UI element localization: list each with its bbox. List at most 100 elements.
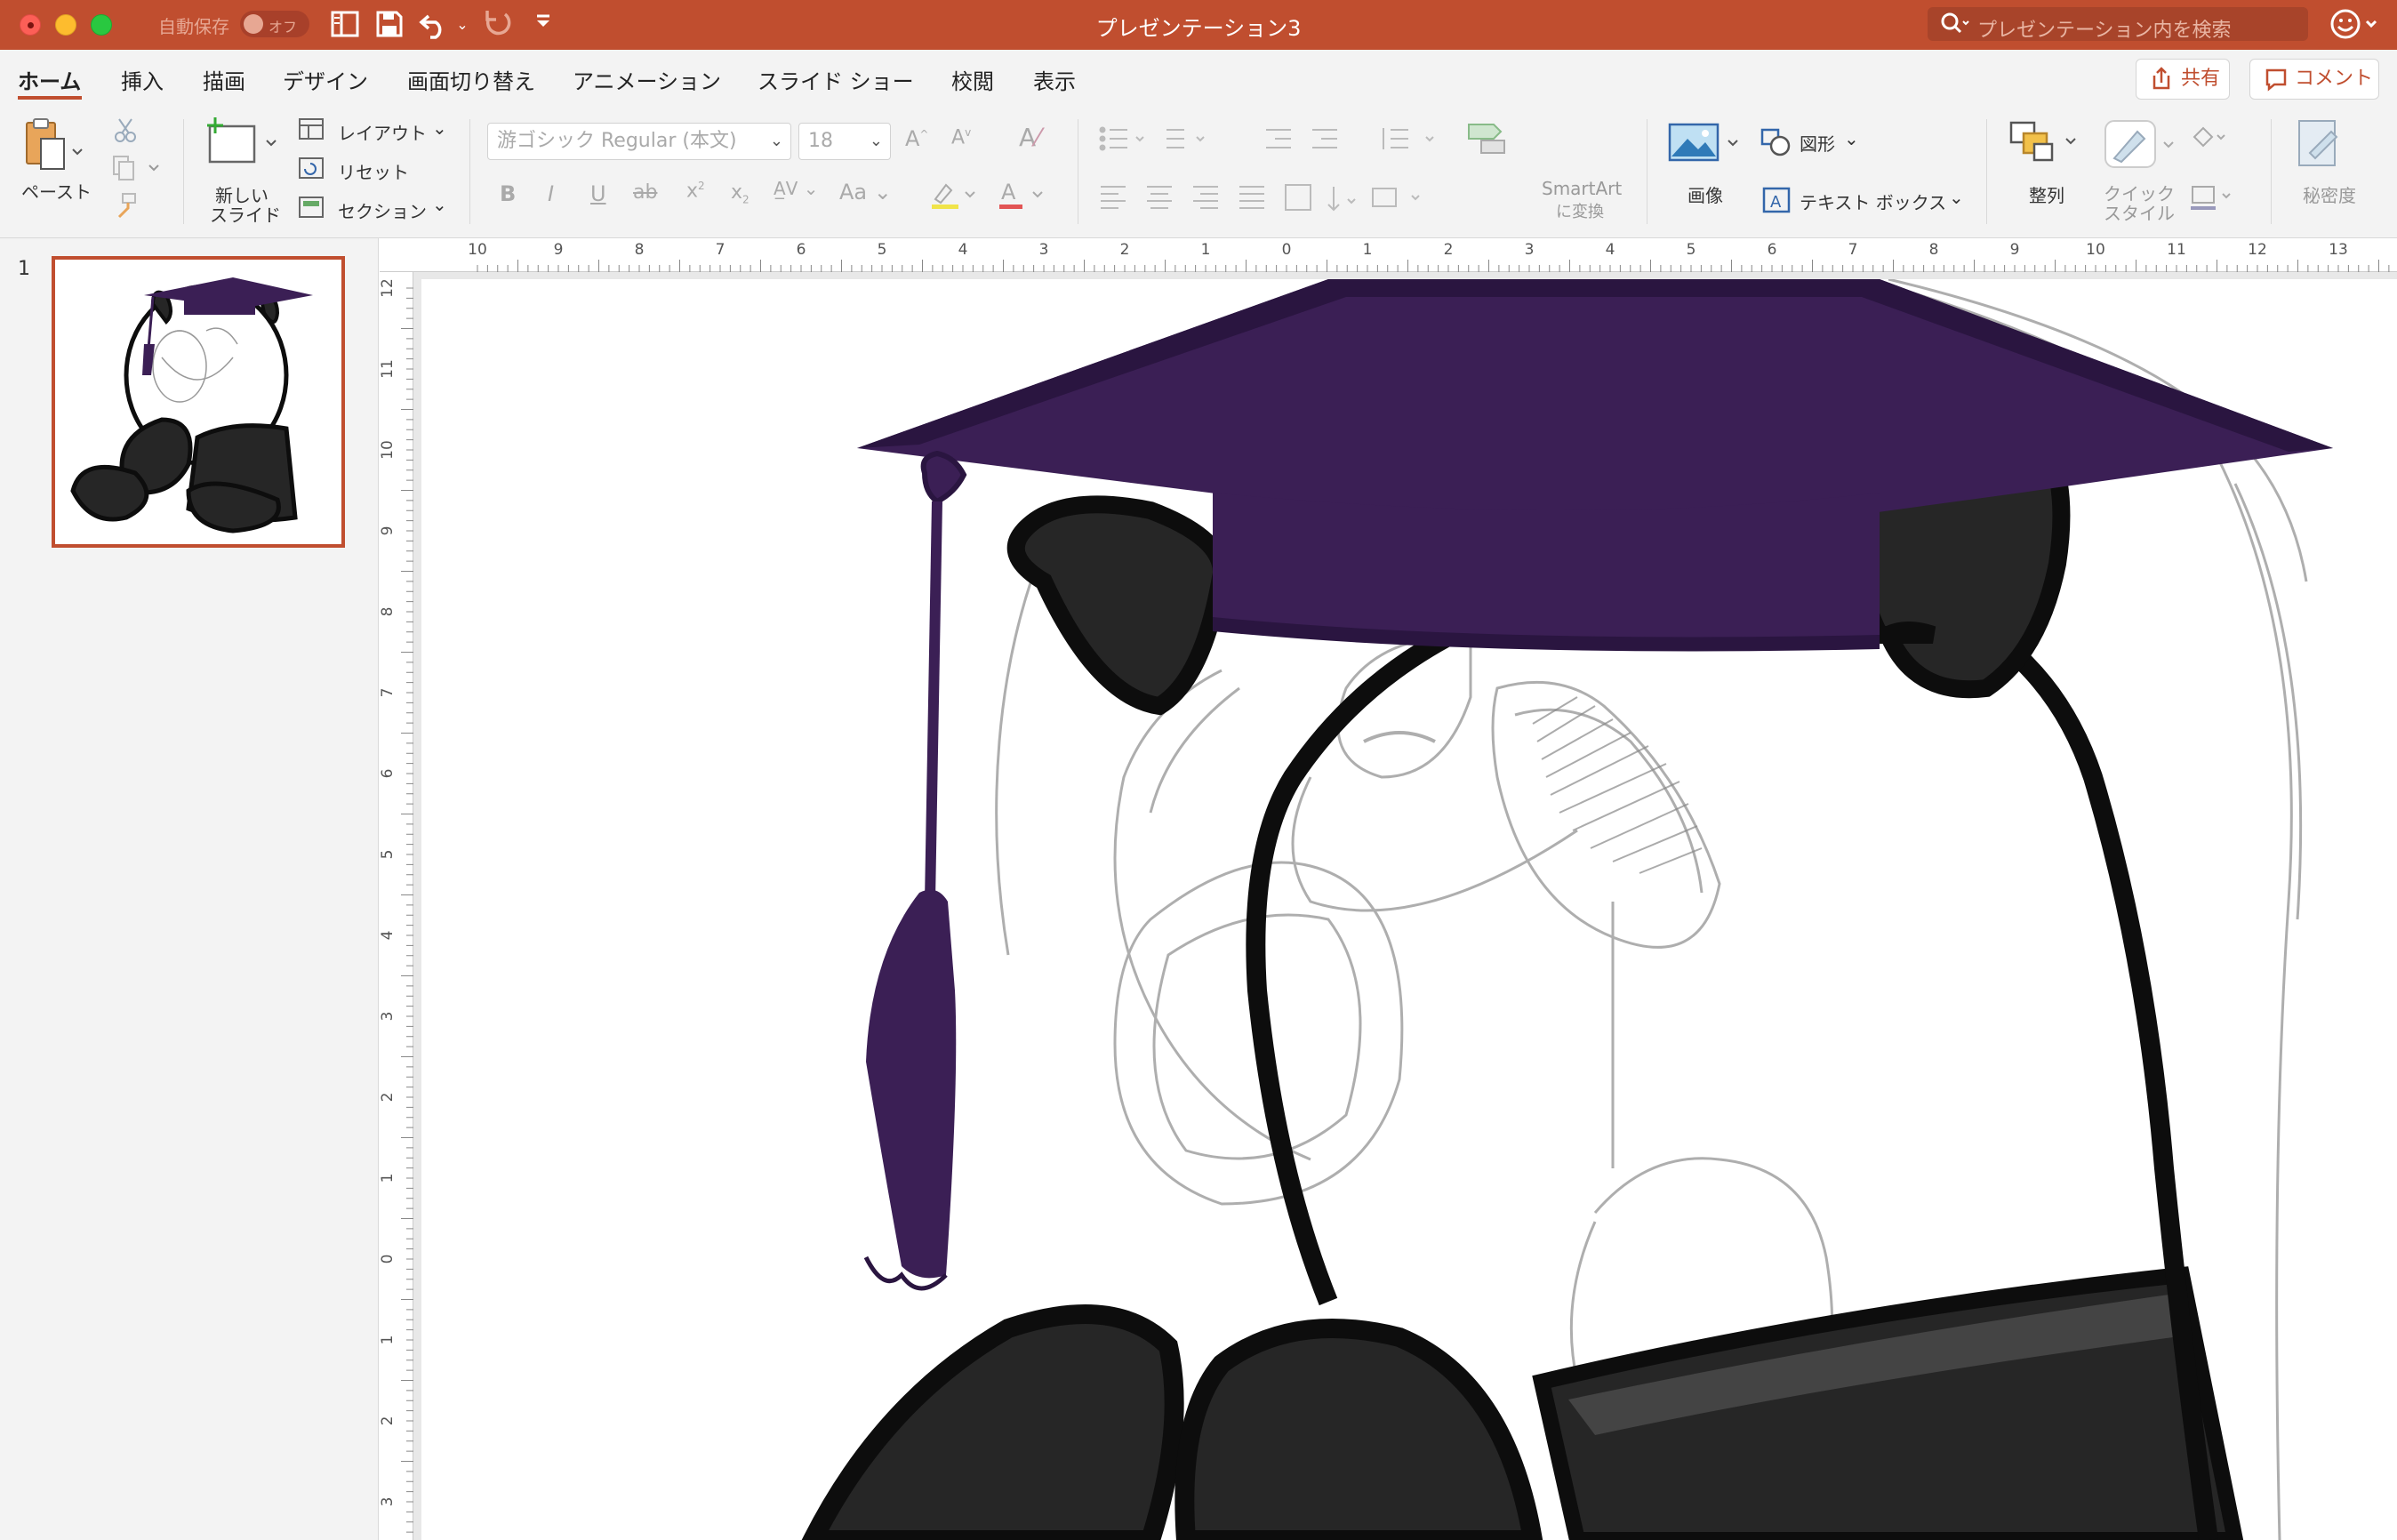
- ruler-label: 9: [554, 241, 564, 259]
- arrange-label: 整列: [2029, 185, 2064, 206]
- ribbon-separator: [1986, 119, 1987, 224]
- font-color-icon[interactable]: A: [996, 180, 1049, 216]
- subscript-icon[interactable]: x2: [731, 181, 750, 205]
- arrange-icon[interactable]: [2008, 119, 2088, 175]
- section-icon[interactable]: [297, 196, 325, 225]
- textbox-icon[interactable]: A: [1759, 185, 1794, 221]
- font-size-combo[interactable]: 18 ⌄: [798, 123, 891, 160]
- grow-font-icon[interactable]: A^: [905, 126, 928, 151]
- tab-insert[interactable]: 挿入: [121, 64, 164, 95]
- new-slide-label-line2: スライド: [210, 205, 281, 226]
- reset-label[interactable]: リセット: [338, 158, 409, 184]
- slide-number: 1: [18, 258, 30, 280]
- quick-styles-icon[interactable]: [2102, 117, 2182, 177]
- shapes-dropdown-icon[interactable]: ⌄: [1844, 128, 1859, 149]
- ruler-label: 1: [380, 1335, 397, 1345]
- tab-transitions[interactable]: 画面切り替え: [407, 64, 535, 95]
- shape-outline-icon[interactable]: [2187, 181, 2241, 218]
- picture-label: 画像: [1688, 185, 1723, 206]
- ruler-label: 4: [958, 241, 968, 259]
- change-case-icon[interactable]: Aa ⌄: [839, 180, 892, 205]
- ruler-label: 6: [797, 241, 806, 259]
- feedback-smiley-icon[interactable]: [2329, 7, 2383, 49]
- share-button[interactable]: 共有: [2136, 59, 2230, 100]
- ribbon-separator: [469, 119, 470, 224]
- search-box[interactable]: プレゼンテーション内を検索: [1928, 7, 2308, 42]
- new-slide-icon[interactable]: [203, 116, 283, 172]
- clear-formatting-icon[interactable]: A⁄: [1019, 123, 1040, 152]
- ruler-label: 9: [2010, 241, 2020, 259]
- textbox-label[interactable]: テキスト ボックス: [1800, 188, 1946, 214]
- picture-icon[interactable]: [1666, 121, 1746, 172]
- paste-icon[interactable]: [21, 116, 84, 178]
- ruler-label: 8: [1929, 241, 1939, 259]
- ruler-label: 13: [2329, 241, 2348, 259]
- ruler-label: 1: [1363, 241, 1373, 259]
- ruler-label: 6: [1768, 241, 1777, 259]
- quick-styles-label-line2: スタイル: [2104, 203, 2175, 224]
- layout-label[interactable]: レイアウト: [338, 119, 427, 145]
- active-tab-indicator: [18, 96, 82, 100]
- underline-icon[interactable]: U: [590, 181, 606, 206]
- horizontal-ruler[interactable]: 10 9 8 7 6 5 4 3 2 1 0 1 2 3 4 5 6 7 8 9 10 11 12 13: [380, 238, 2397, 272]
- section-dropdown-icon[interactable]: ⌄: [432, 194, 447, 215]
- highlight-color-icon[interactable]: [928, 180, 982, 216]
- tab-design[interactable]: デザイン: [283, 64, 368, 95]
- strikethrough-icon[interactable]: ab: [633, 181, 657, 204]
- format-painter-icon[interactable]: [110, 192, 140, 225]
- italic-icon[interactable]: I: [548, 181, 554, 206]
- comment-label: コメント: [2295, 68, 2374, 90]
- slide-canvas[interactable]: [421, 279, 2397, 1540]
- superscript-icon[interactable]: x2: [686, 180, 705, 202]
- cut-icon[interactable]: [110, 117, 140, 150]
- sensitivity-icon[interactable]: [2292, 117, 2354, 177]
- chevron-down-icon: ⌄: [869, 132, 883, 150]
- section-label[interactable]: セクション: [338, 197, 427, 223]
- slide-thumbnail[interactable]: [52, 256, 345, 548]
- ruler-label: 7: [380, 688, 397, 698]
- character-spacing-icon[interactable]: A̲V ⌄: [774, 178, 818, 199]
- comment-button[interactable]: コメント: [2249, 59, 2379, 100]
- copy-icon[interactable]: [110, 155, 164, 188]
- tab-home[interactable]: ホーム: [18, 64, 81, 95]
- reset-icon[interactable]: [297, 156, 325, 186]
- vertical-ruler[interactable]: 12 11 10 9 8 7 6 5 4 3 2 1 0 1 2 3: [379, 272, 413, 1540]
- paragraph-bottom-row: [1097, 181, 1488, 217]
- ruler-label: 0: [1282, 241, 1292, 259]
- ruler-label: 1: [380, 1174, 397, 1183]
- shape-fill-icon[interactable]: [2187, 123, 2241, 159]
- smartart-icon[interactable]: [1463, 117, 1513, 163]
- share-icon: [2151, 60, 2172, 111]
- thumbnail-illustration: [55, 260, 341, 544]
- ruler-label: 5: [380, 850, 397, 860]
- ruler-label: 10: [468, 241, 487, 259]
- smartart-label-line1: SmartArt: [1542, 178, 1623, 199]
- font-name-combo[interactable]: 游ゴシック Regular (本文) ⌄: [487, 123, 791, 160]
- shapes-label[interactable]: 図形: [1800, 130, 1835, 156]
- layout-dropdown-icon[interactable]: ⌄: [432, 117, 447, 139]
- tab-animations[interactable]: アニメーション: [573, 64, 721, 95]
- textbox-dropdown-icon[interactable]: ⌄: [1949, 187, 1964, 208]
- ruler-label: 5: [1687, 241, 1696, 259]
- chevron-down-icon: ⌄: [769, 132, 783, 150]
- tab-view[interactable]: 表示: [1033, 64, 1076, 95]
- smartart-label-line2: に変換: [1556, 203, 1604, 221]
- ruler-label: 0: [380, 1255, 397, 1264]
- ruler-label: 6: [380, 769, 397, 779]
- svg-text:A: A: [1770, 193, 1782, 212]
- tab-slideshow[interactable]: スライド ショー: [758, 64, 914, 95]
- tab-review[interactable]: 校閲: [951, 64, 994, 95]
- bold-icon[interactable]: B: [500, 181, 516, 206]
- shrink-font-icon[interactable]: Av: [951, 126, 971, 148]
- title-bar: 自動保存 オフ ⌄ プレゼンテーション3 プレゼンテーション内を検索: [0, 0, 2397, 50]
- layout-icon[interactable]: [297, 117, 325, 147]
- tab-draw[interactable]: 描画: [203, 64, 245, 95]
- ruler-label: 2: [1444, 241, 1454, 259]
- shapes-icon[interactable]: [1759, 126, 1794, 164]
- paragraph-top-row: [1097, 123, 1453, 158]
- ruler-label: 1: [1201, 241, 1211, 259]
- ruler-label: 2: [380, 1416, 397, 1426]
- ruler-label: 12: [2248, 241, 2267, 259]
- ruler-label: 10: [2086, 241, 2105, 259]
- ruler-label: 11: [2167, 241, 2186, 259]
